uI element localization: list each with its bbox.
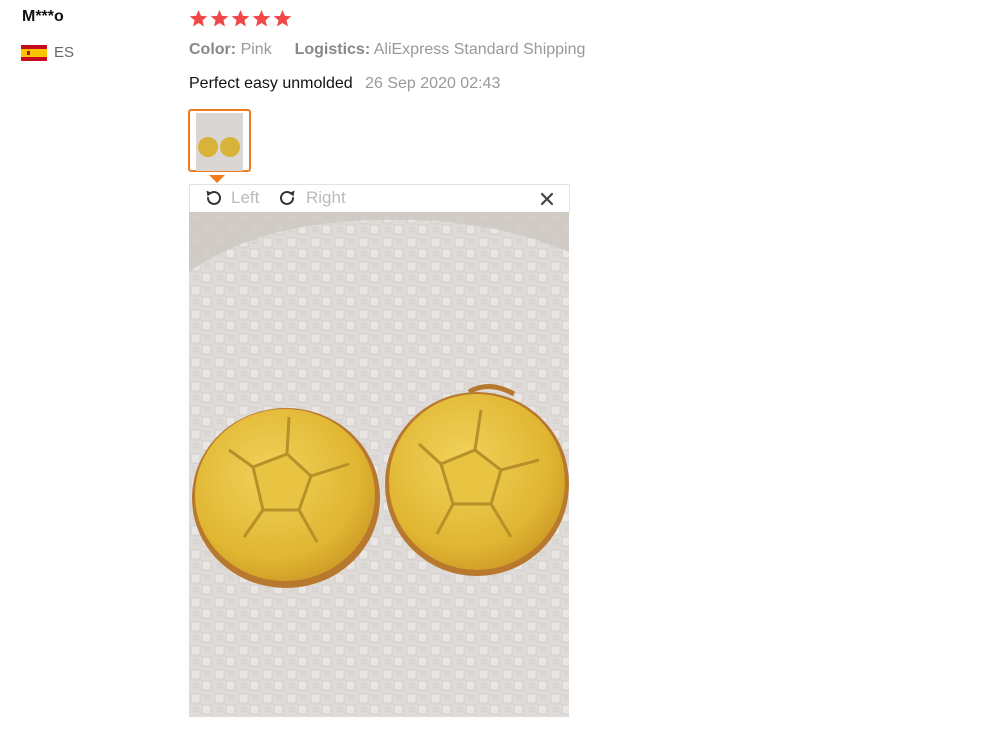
star-icon: [252, 9, 271, 27]
color-value: Pink: [240, 41, 272, 58]
star-icon: [189, 9, 208, 27]
photo-thumbnail[interactable]: [188, 109, 251, 172]
star-rating: [189, 9, 292, 28]
review-date: 26 Sep 2020 02:43: [365, 75, 501, 92]
rotate-right-label: Right: [306, 188, 346, 207]
rotate-left-label: Left: [231, 188, 260, 207]
reviewer-name: M***o: [22, 8, 64, 25]
reviewer-country: ES: [21, 44, 74, 61]
order-meta: Color: Pink Logistics: AliExpress Standa…: [189, 41, 585, 59]
rotate-right-button[interactable]: Right: [278, 188, 346, 208]
logistics-value: AliExpress Standard Shipping: [373, 41, 586, 58]
rotate-left-button[interactable]: Left: [203, 188, 259, 208]
star-icon: [273, 9, 292, 27]
cake-left: [192, 408, 380, 588]
star-icon: [231, 9, 250, 27]
country-code: ES: [54, 44, 75, 61]
review-content: Perfect easy unmolded 26 Sep 2020 02:43: [189, 75, 500, 93]
rotate-right-icon: [280, 190, 295, 205]
close-icon: [540, 192, 554, 206]
photo-thumbnail-image: [196, 113, 243, 171]
close-viewer-button[interactable]: [539, 191, 555, 207]
review-photo-large: [189, 212, 569, 717]
review-text: Perfect easy unmolded: [189, 75, 353, 92]
color-label: Color:: [189, 41, 237, 58]
rotate-left-icon: [206, 190, 221, 205]
star-icon: [210, 9, 229, 27]
thumbnail-pointer: [209, 175, 225, 183]
spain-flag-icon: [21, 44, 47, 61]
image-viewer-toolbar: Left Right: [189, 184, 570, 213]
logistics-label: Logistics:: [294, 41, 371, 58]
